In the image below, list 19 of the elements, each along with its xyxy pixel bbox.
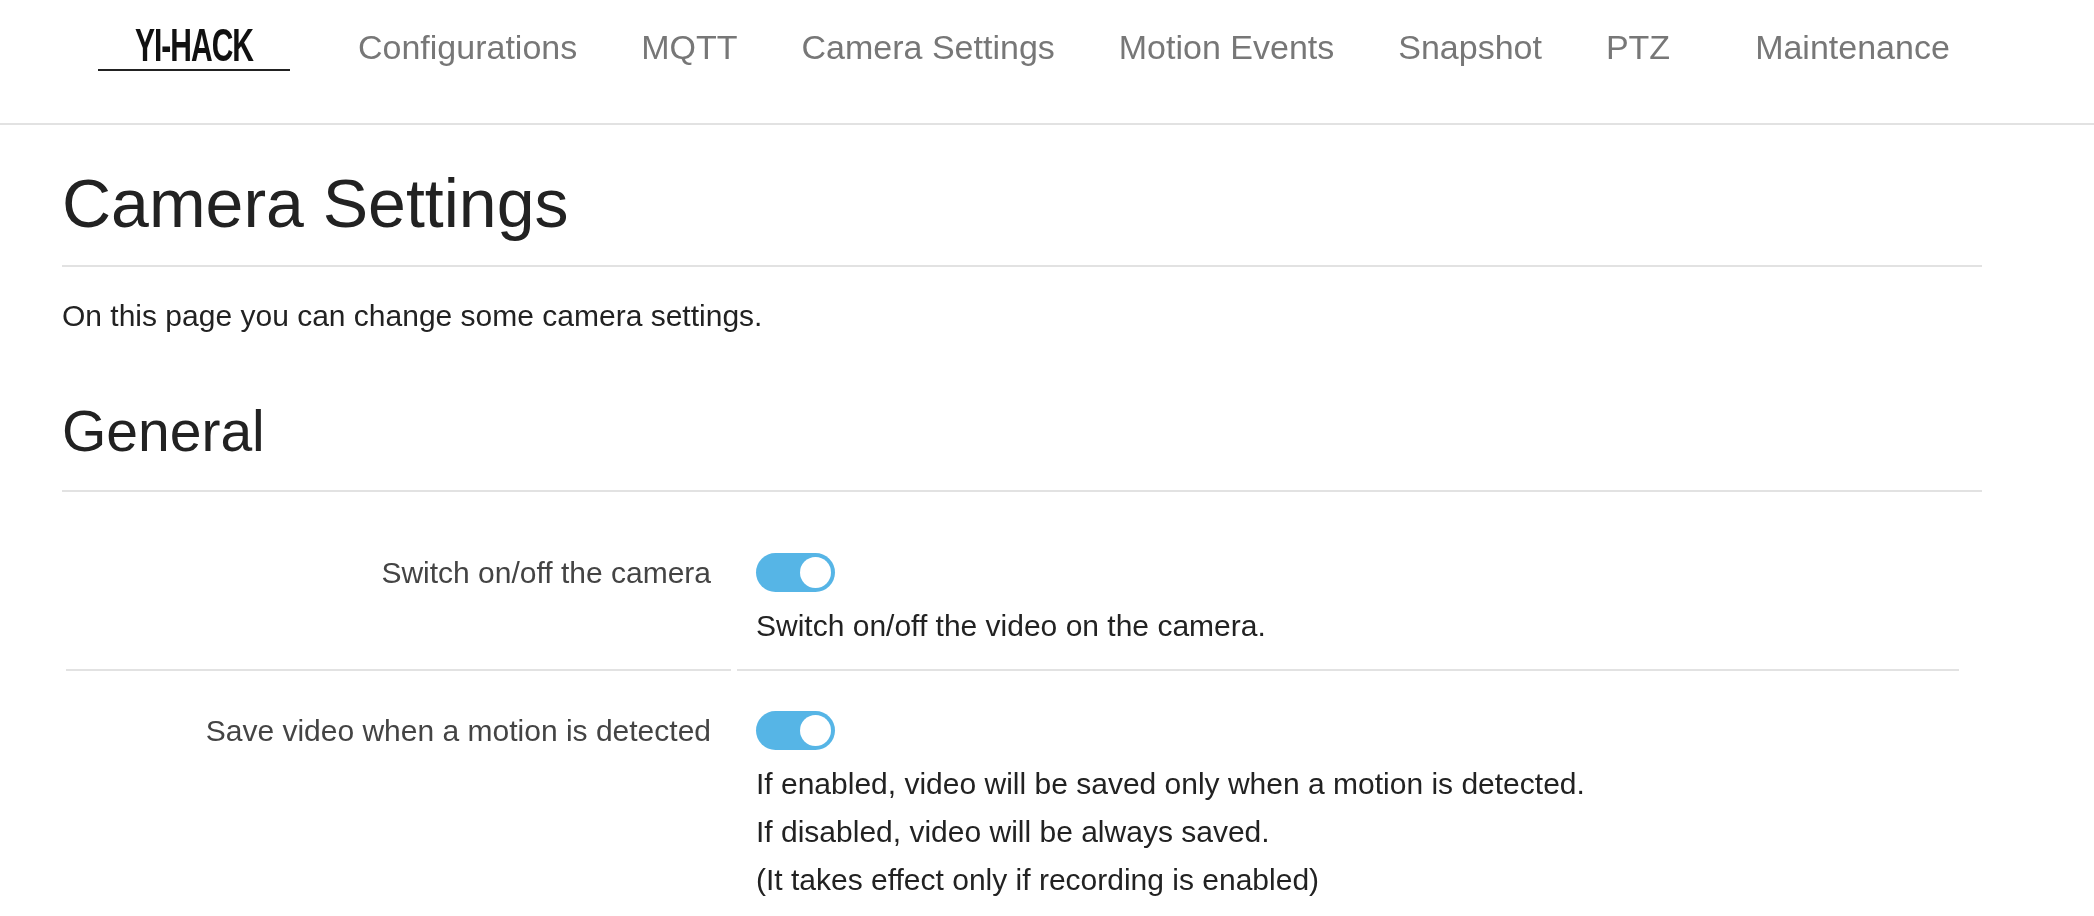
nav-link[interactable]: Motion Events xyxy=(1086,27,1367,67)
setting-label: Save video when a motion is detected xyxy=(205,713,711,749)
page-title: Camera Settings xyxy=(62,165,570,241)
toggle-switch[interactable] xyxy=(756,553,835,592)
intro-text: On this page you can change some camera settings. xyxy=(62,298,764,334)
setting-description: If disabled, video will be always saved. xyxy=(756,814,1270,850)
nav-link[interactable]: Camera Settings xyxy=(769,27,1087,67)
logo[interactable]: YI-HACK xyxy=(98,21,290,71)
setting-label: Switch on/off the camera xyxy=(381,555,711,591)
setting-description: (It takes effect only if recording is enabled) xyxy=(756,862,1320,898)
section-title: General xyxy=(62,399,266,463)
nav-link[interactable]: PTZ xyxy=(1573,27,1703,67)
setting-description: If enabled, video will be saved only when a motion is detected. xyxy=(756,766,1585,802)
toggle-switch[interactable] xyxy=(756,711,835,750)
nav-link[interactable]: Maintenance xyxy=(1723,27,1982,67)
setting-description: Switch on/off the video on the camera. xyxy=(756,608,1266,644)
nav-link[interactable]: Snapshot xyxy=(1366,27,1574,67)
nav-link[interactable]: Configurations xyxy=(326,27,610,67)
nav-link[interactable]: MQTT xyxy=(609,27,770,67)
